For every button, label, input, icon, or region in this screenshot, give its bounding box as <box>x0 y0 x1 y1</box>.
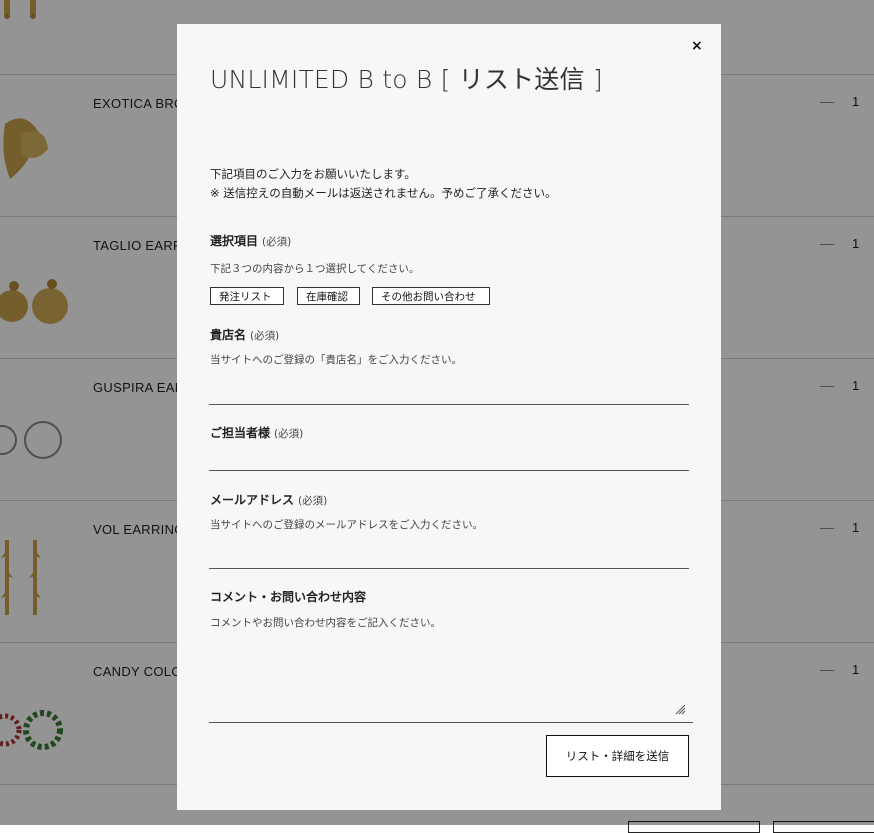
required-mark: (必須) <box>298 495 328 507</box>
comment-label: コメント・お問い合わせ内容 <box>210 590 367 604</box>
resize-handle-icon[interactable] <box>674 703 686 715</box>
contact-person-label: ご担当者様 (必須) <box>210 424 303 441</box>
selection-help: 下記３つの内容から１つ選択してください。 <box>210 263 420 275</box>
close-icon[interactable]: × <box>691 38 703 54</box>
selection-label: 選択項目 (必須) <box>210 232 291 249</box>
modal-title: UNLIMITED B to B [ リスト送信 ] <box>210 65 603 94</box>
shop-name-input[interactable] <box>209 380 689 405</box>
intro-note: ※ 送信控えの自動メールは返送されません。予めご了承ください。 <box>210 186 557 200</box>
submit-button[interactable]: リスト・詳細を送信 <box>546 735 689 777</box>
comment-help: コメントやお問い合わせ内容をご記入ください。 <box>210 617 441 629</box>
required-mark: (必須) <box>274 428 304 440</box>
option-other-inquiry-button[interactable]: その他お問い合わせ <box>372 287 490 305</box>
option-stock-check-button[interactable]: 在庫確認 <box>297 287 360 305</box>
email-help: 当サイトへのご登録のメールアドレスをご入力ください。 <box>210 519 483 531</box>
list-submit-modal: × UNLIMITED B to B [ リスト送信 ] 下記項目のご入力をお願… <box>177 24 721 810</box>
intro-line: 下記項目のご入力をお願いいたします。 <box>210 167 416 181</box>
contact-person-label-text: ご担当者様 <box>210 426 271 440</box>
email-label-text: メールアドレス <box>210 493 295 507</box>
selection-label-text: 選択項目 <box>210 234 259 248</box>
option-order-list-button[interactable]: 発注リスト <box>210 287 284 305</box>
contact-person-input[interactable] <box>209 446 689 471</box>
required-mark: (必須) <box>250 330 280 342</box>
intro-text: 下記項目のご入力をお願いいたします。 ※ 送信控えの自動メールは返送されません。… <box>210 165 556 203</box>
shop-name-label-text: 貴店名 <box>210 328 247 342</box>
required-mark: (必須) <box>262 236 292 248</box>
email-input[interactable] <box>209 544 689 569</box>
shop-name-label: 貴店名 (必須) <box>210 326 279 343</box>
comment-textarea[interactable] <box>209 638 693 723</box>
email-label: メールアドレス (必須) <box>210 491 327 508</box>
shop-name-help: 当サイトへのご登録の「貴店名」をご入力ください。 <box>210 354 462 366</box>
